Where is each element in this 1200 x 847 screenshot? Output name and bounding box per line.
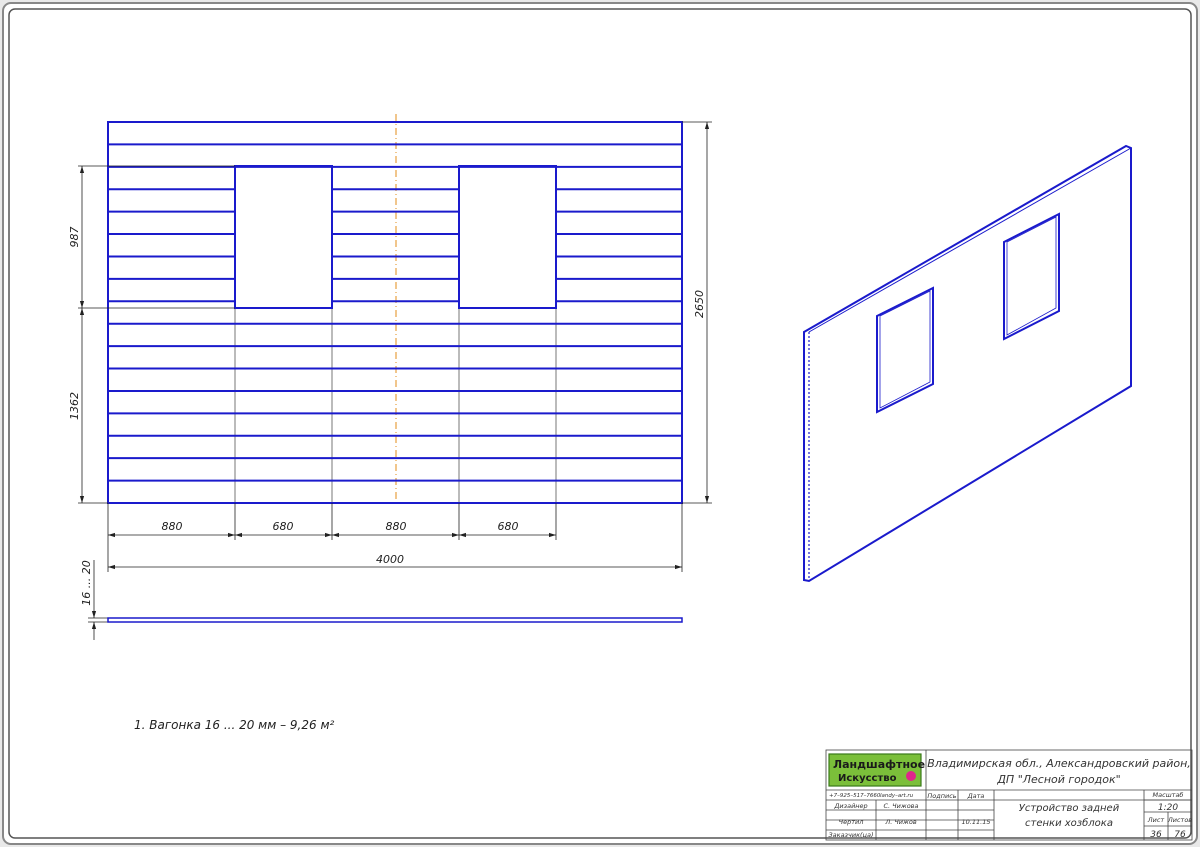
logo-dot-icon: [906, 771, 916, 781]
scale-label: Масштаб: [1153, 791, 1184, 799]
dim-segment-4: 680: [498, 520, 519, 533]
dim-segment-1: 880: [162, 520, 183, 533]
dim-total-width: 4000: [376, 553, 404, 566]
drawing-sheet: 987 1362 2650 880 680 880 680 4000 16 ..…: [2, 2, 1198, 845]
col-date: Дата: [967, 792, 985, 800]
dim-total-height: 2650: [693, 290, 706, 318]
designer-name: С. Чижова: [884, 802, 919, 810]
col-signature: Подпись: [927, 792, 956, 800]
sheets-total: 76: [1174, 830, 1186, 840]
material-note: 1. Вагонка 16 ... 20 мм – 9,26 м²: [134, 718, 335, 732]
company-site: landy–art.ru: [880, 793, 914, 799]
sheet-title-2: стенки хозблока: [1025, 817, 1113, 829]
logo-text-2: Искусство: [838, 773, 897, 784]
dim-upper-height: 987: [68, 227, 81, 248]
drawing-date: 10.11.15: [962, 818, 991, 826]
dim-segment-2: 680: [273, 520, 294, 533]
sheet-number: 36: [1150, 830, 1162, 840]
dim-segment-3: 880: [386, 520, 407, 533]
logo-text-1: Ландшафтное: [833, 758, 925, 771]
customer-role: Заказчик(ца): [829, 831, 874, 839]
scale-value: 1:20: [1158, 803, 1178, 813]
designer-role: Дизайнер: [833, 802, 867, 810]
location-line-1: Владимирская обл., Александровский район…: [927, 757, 1191, 770]
company-phone: +7–925–517–7660: [829, 793, 881, 799]
location-line-2: ДП "Лесной городок": [996, 773, 1120, 786]
drafter-name: Л. Чижов: [884, 818, 917, 826]
sheets-label: Листов: [1167, 816, 1192, 824]
sheet-label: Лист: [1147, 816, 1165, 824]
company-logo: Ландшафтное Искусство: [828, 753, 925, 787]
drafter-role: Чертил: [839, 818, 864, 826]
dim-thickness: 16 ... 20: [80, 560, 93, 605]
dim-lower-height: 1362: [68, 392, 81, 420]
sheet-title-1: Устройство задней: [1019, 803, 1120, 814]
